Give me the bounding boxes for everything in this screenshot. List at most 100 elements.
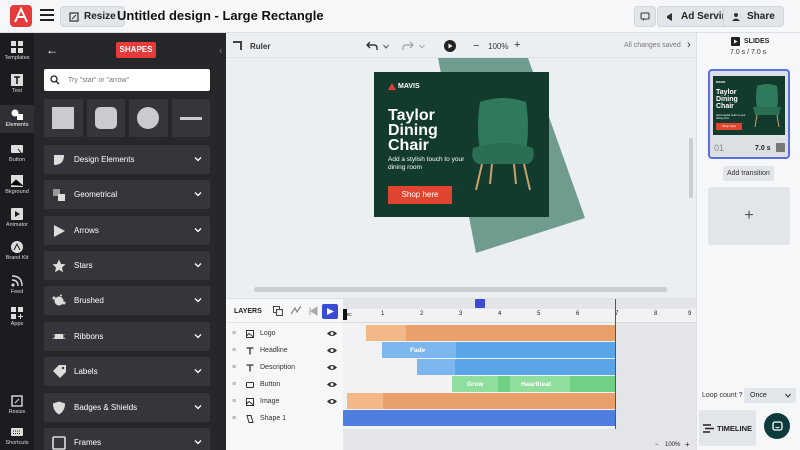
layer-row-logo[interactable]: ≡ Logo [226, 325, 343, 342]
canvas-vertical-scrollbar[interactable] [689, 138, 693, 198]
eye-icon[interactable] [327, 347, 337, 354]
chevron-down-icon[interactable] [419, 44, 425, 49]
category-frames[interactable]: Frames [44, 428, 210, 450]
basic-circle[interactable] [129, 99, 168, 137]
ad-canvas[interactable]: MAVIS Taylor Dining Chair Add a stylish … [374, 72, 549, 217]
track-description[interactable] [417, 359, 616, 375]
chat-support-button[interactable] [764, 413, 790, 439]
layer-row-description[interactable]: ≡ Description [226, 359, 343, 376]
layer-row-headline[interactable]: ≡ Headline [226, 342, 343, 359]
drag-handle-icon[interactable]: ≡ [232, 415, 246, 422]
drag-handle-icon[interactable]: ≡ [232, 347, 246, 354]
collapse-panel-icon[interactable]: ‹ [219, 46, 222, 55]
button-grow-animation[interactable]: Grow [452, 376, 498, 392]
basic-square[interactable] [44, 99, 83, 137]
share-button[interactable]: Share [723, 6, 784, 27]
rail-resize[interactable]: Resize [0, 395, 34, 415]
ad-cta-button[interactable]: Shop here [388, 186, 452, 204]
rail-animator[interactable]: Animator [0, 208, 34, 228]
layer-row-image[interactable]: ≡ Image [226, 393, 343, 410]
shape-search[interactable] [44, 69, 210, 91]
ruler-label[interactable]: Ruler [250, 42, 270, 51]
headline-fade-animation[interactable]: Fade [382, 342, 456, 358]
rail-button[interactable]: Button [0, 143, 34, 163]
play-preview-icon[interactable] [444, 40, 456, 52]
layer-row-shape-1[interactable]: ≡ Shape 1 [226, 410, 343, 427]
undo-icon[interactable] [366, 41, 378, 51]
category-brushed[interactable]: Brushed [44, 286, 210, 315]
slide-thumbnail-1[interactable]: MAVIS Taylor Dining Chair Add a stylish … [708, 69, 790, 159]
ad-logo[interactable]: MAVIS [388, 83, 420, 90]
eye-icon[interactable] [327, 364, 337, 371]
track-button[interactable]: Grow Heartbeat [452, 376, 616, 392]
rail-shortcuts[interactable]: Shortcuts [0, 426, 34, 446]
timeline-tracks[interactable]: sec 1 2 3 4 5 6 7 8 9 Fade Grow Heartbea… [343, 299, 696, 450]
chevron-down-icon[interactable] [383, 44, 389, 49]
add-transition-button[interactable]: Add transition [723, 166, 774, 181]
slide-settings-icon[interactable] [776, 143, 785, 152]
category-design-elements[interactable]: Design Elements [44, 145, 210, 174]
playhead-marker-icon[interactable] [475, 299, 485, 308]
drag-handle-icon[interactable]: ≡ [232, 381, 246, 388]
category-badges-shields[interactable]: Badges & Shields [44, 393, 210, 422]
playhead-line[interactable] [615, 299, 616, 429]
logo-entry-animation[interactable] [366, 325, 406, 341]
ad-description[interactable]: Add a stylish touch to your dining room [388, 156, 468, 172]
button-heartbeat-animation[interactable]: Heartbeat [510, 376, 570, 392]
timeline-ruler[interactable]: sec 1 2 3 4 5 6 7 8 9 [343, 309, 696, 323]
zoom-level[interactable]: 100% [488, 42, 508, 51]
track-shape-1[interactable] [343, 410, 616, 426]
timeline-zoom-level[interactable]: 100% [665, 442, 680, 448]
duplicate-layer-icon[interactable] [273, 306, 283, 316]
zoom-out-icon[interactable]: − [473, 40, 479, 52]
play-timeline-button[interactable] [322, 304, 338, 319]
timeline-toggle-button[interactable]: TIMELINE [699, 410, 756, 446]
zoom-in-icon[interactable]: + [514, 39, 520, 51]
category-labels[interactable]: Labels [44, 357, 210, 386]
animation-icon[interactable] [291, 306, 301, 316]
track-logo[interactable] [366, 325, 616, 341]
description-entry-animation[interactable] [417, 359, 455, 375]
chevron-right-icon[interactable]: › [687, 39, 691, 51]
add-slide-button[interactable]: + [708, 187, 790, 245]
rail-brand-kit[interactable]: Brand Kit [0, 241, 34, 261]
layer-row-button[interactable]: ≡ Button [226, 376, 343, 393]
rail-elements[interactable]: Elements [0, 105, 34, 133]
menu-icon[interactable] [40, 9, 54, 23]
category-stars[interactable]: Stars [44, 251, 210, 280]
back-arrow-icon[interactable]: ← [46, 43, 58, 57]
eye-icon[interactable] [327, 330, 337, 337]
comments-button[interactable] [634, 6, 656, 27]
slide-duration[interactable]: 7.0 s [755, 145, 771, 152]
ruler-icon[interactable] [232, 40, 243, 51]
basic-rounded-square[interactable] [86, 99, 125, 137]
chair-image[interactable] [468, 98, 538, 193]
track-headline[interactable]: Fade [382, 342, 616, 358]
timeline-start-handle[interactable] [343, 309, 347, 320]
drag-handle-icon[interactable]: ≡ [232, 330, 246, 337]
design-title[interactable]: Untitled design - Large Rectangle [117, 8, 324, 23]
rail-apps[interactable]: Apps [0, 307, 34, 327]
ad-headline[interactable]: Taylor Dining Chair [388, 108, 468, 154]
image-entry-animation[interactable] [347, 393, 383, 409]
rail-templates[interactable]: Templates [0, 41, 34, 61]
basic-line[interactable] [171, 99, 210, 137]
category-arrows[interactable]: Arrows [44, 216, 210, 245]
help-icon[interactable]: ? [739, 392, 743, 399]
rail-feed[interactable]: Feed [0, 275, 34, 295]
drag-handle-icon[interactable]: ≡ [232, 398, 246, 405]
category-ribbons[interactable]: Ribbons [44, 322, 210, 351]
timeline-zoom-in-icon[interactable]: + [685, 440, 690, 449]
eye-icon[interactable] [327, 381, 337, 388]
shape-search-input[interactable] [68, 76, 198, 84]
skip-back-icon[interactable] [308, 306, 318, 316]
rail-text[interactable]: Text [0, 74, 34, 94]
timeline-zoom-out-icon[interactable]: − [655, 442, 659, 448]
drag-handle-icon[interactable]: ≡ [232, 364, 246, 371]
category-geometrical[interactable]: Geometrical [44, 180, 210, 209]
eye-icon[interactable] [327, 398, 337, 405]
track-image[interactable] [347, 393, 616, 409]
rail-bkground[interactable]: Bkground [0, 175, 34, 195]
canvas-horizontal-scrollbar[interactable] [254, 287, 667, 292]
app-logo-icon[interactable] [10, 5, 32, 27]
